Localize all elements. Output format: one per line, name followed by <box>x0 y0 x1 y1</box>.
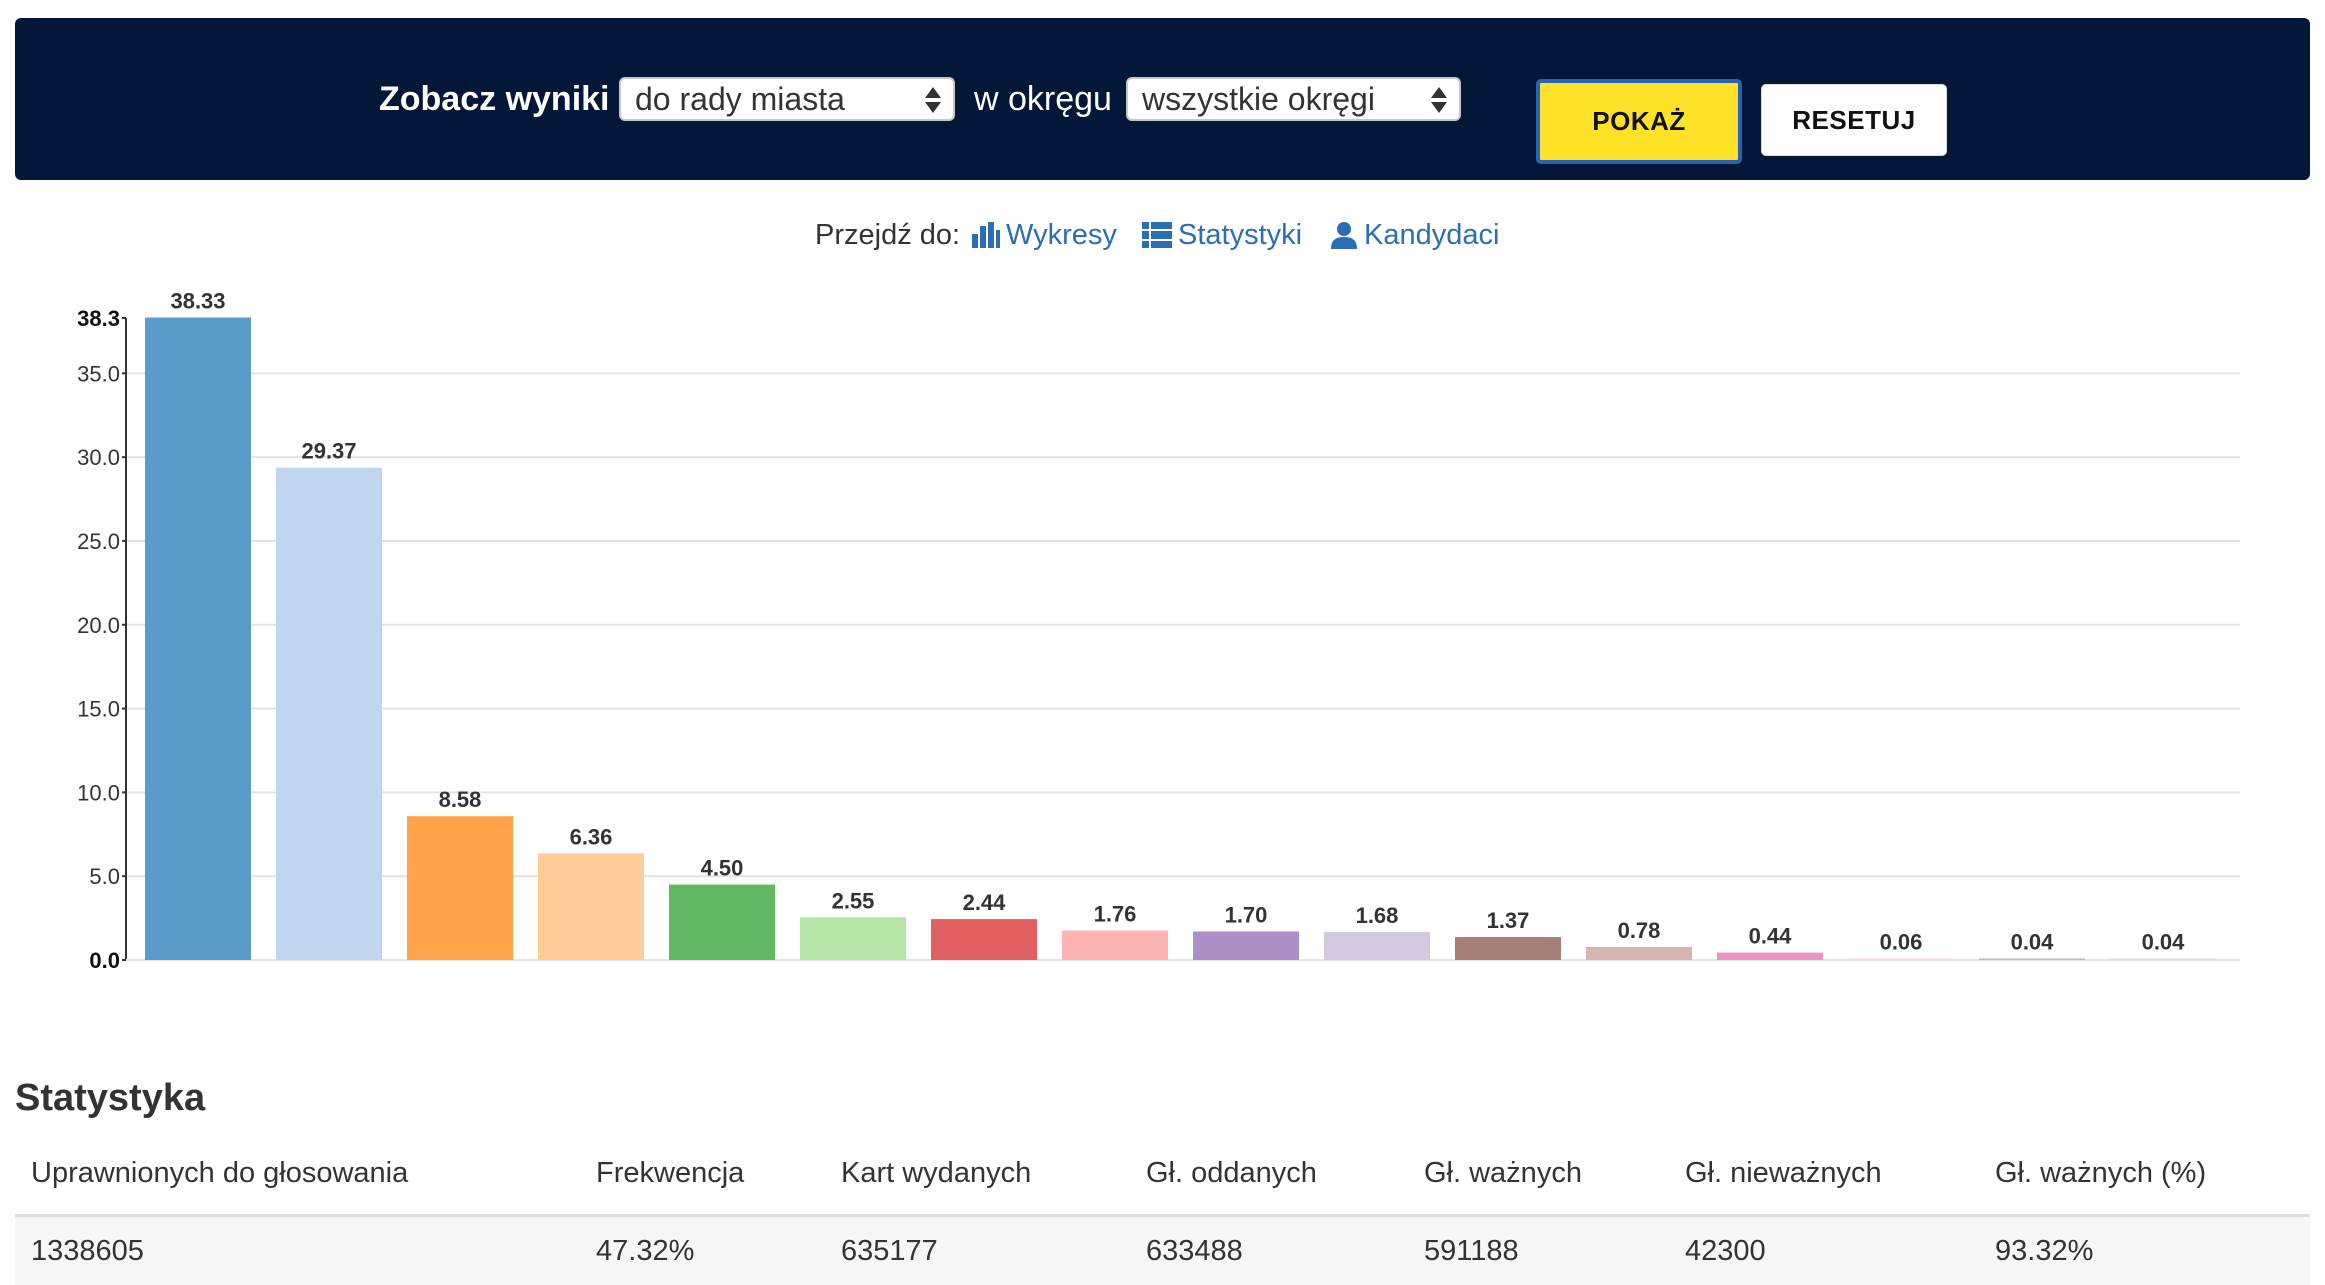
bar-value-label: 2.55 <box>832 888 875 913</box>
stats-table: Uprawnionych do głosowania Frekwencja Ka… <box>15 1140 2310 1285</box>
y-tick-label: 20.0 <box>77 613 120 638</box>
filter-district-label-wrap: w okręgu <box>974 18 1112 180</box>
bar[interactable] <box>1717 952 1823 960</box>
nav-stats-label[interactable]: Statystyki <box>1178 219 1302 252</box>
stats-cell: 635177 <box>841 1235 938 1267</box>
show-button[interactable]: POKAŻ <box>1536 79 1742 164</box>
bar[interactable] <box>931 919 1037 960</box>
stats-header-cell: Gł. nieważnych <box>1685 1157 1882 1189</box>
bar-chart-icon <box>972 222 1000 248</box>
bar-value-label: 0.04 <box>2142 930 2186 955</box>
bar-value-label: 29.37 <box>301 439 356 464</box>
chart-bars <box>145 317 2216 960</box>
bar[interactable] <box>538 853 644 960</box>
bar-value-label: 0.78 <box>1618 918 1661 943</box>
list-icon <box>1142 222 1172 248</box>
y-tick-label: 30.0 <box>77 445 120 470</box>
jump-to-label: Przejdź do: <box>815 218 961 251</box>
jump-to-nav: Przejdź do: Wykresy Statystyki Kandydaci <box>0 215 2325 255</box>
bar[interactable] <box>1848 958 1954 961</box>
stats-header-cell: Gł. ważnych (%) <box>1995 1157 2207 1189</box>
election-type-value: do rady miasta <box>635 81 845 117</box>
bar[interactable] <box>1455 937 1561 960</box>
user-icon <box>1331 222 1357 249</box>
y-tick-label: 15.0 <box>77 697 120 722</box>
stats-header-cell: Gł. ważnych <box>1424 1157 1582 1189</box>
stats-cell: 42300 <box>1685 1235 1766 1267</box>
bar[interactable] <box>1324 931 1430 960</box>
filter-results-label-wrap: Zobacz wyniki <box>379 18 610 180</box>
bar[interactable] <box>2110 958 2216 961</box>
stats-cell: 633488 <box>1146 1235 1243 1267</box>
stats-header-cell: Uprawnionych do głosowania <box>31 1157 409 1189</box>
reset-button[interactable]: RESETUJ <box>1761 84 1947 156</box>
nav-charts-label[interactable]: Wykresy <box>1006 219 1117 252</box>
district-value: wszystkie okręgi <box>1142 81 1375 117</box>
results-label: Zobacz wyniki <box>379 79 610 118</box>
bar-value-label: 1.68 <box>1356 903 1399 928</box>
y-axis: 0.0 5.0 10.0 15.0 20.0 25.0 30.0 35.0 38.3 <box>77 306 2240 973</box>
stats-cell: 47.32% <box>596 1235 695 1267</box>
y-tick-label: 5.0 <box>89 864 120 889</box>
bar[interactable] <box>800 917 906 960</box>
jump-to-label-wrap: Przejdź do: <box>815 215 960 255</box>
bar-value-label: 1.37 <box>1487 908 1530 933</box>
bar-value-label: 2.44 <box>963 890 1007 915</box>
stats-header-row: Uprawnionych do głosowania Frekwencja Ka… <box>15 1140 2310 1217</box>
results-filter-bar: Zobacz wyniki do rady miasta w okręgu ws… <box>15 18 2310 180</box>
y-tick-label: 25.0 <box>77 529 120 554</box>
election-type-select[interactable]: do rady miasta <box>619 77 955 121</box>
bar-value-label: 4.50 <box>701 856 744 881</box>
stats-cell: 591188 <box>1424 1235 1519 1267</box>
stats-cell: 1338605 <box>31 1235 144 1267</box>
bar-value-label: 0.06 <box>1880 930 1923 955</box>
results-bar-chart: 0.0 5.0 10.0 15.0 20.0 25.0 30.0 35.0 38.3 38.33… <box>77 288 2240 973</box>
bar[interactable] <box>1062 930 1168 960</box>
stats-title: Statystyka <box>15 1077 206 1119</box>
nav-link-stats[interactable]: Statystyki <box>1142 215 1302 255</box>
stats-cell: 93.32% <box>1995 1235 2094 1267</box>
bar-value-label: 1.76 <box>1094 901 1137 926</box>
nav-link-candidates[interactable]: Kandydaci <box>1330 215 1499 255</box>
nav-link-charts[interactable]: Wykresy <box>972 215 1117 255</box>
bar-value-label: 0.04 <box>2011 930 2055 955</box>
stats-header-cell: Frekwencja <box>596 1157 745 1189</box>
bar-value-label: 38.33 <box>170 288 225 313</box>
bar[interactable] <box>669 884 775 960</box>
bar[interactable] <box>1586 946 1692 960</box>
bar-value-label: 0.44 <box>1749 924 1793 949</box>
bar-value-label: 1.70 <box>1225 903 1268 928</box>
y-tick-label: 0.0 <box>89 948 120 973</box>
bar[interactable] <box>276 467 382 960</box>
select-arrows-icon <box>1431 85 1447 115</box>
stats-header-cell: Gł. oddanych <box>1146 1157 1317 1189</box>
bar[interactable] <box>145 317 251 960</box>
y-tick-label: 35.0 <box>77 361 120 386</box>
bar-value-label: 6.36 <box>570 824 613 849</box>
y-tick-label: 10.0 <box>77 780 120 805</box>
district-select[interactable]: wszystkie okręgi <box>1126 77 1461 121</box>
district-label: w okręgu <box>974 79 1112 118</box>
bar[interactable] <box>407 816 513 960</box>
bar[interactable] <box>1193 931 1299 960</box>
y-tick-label: 38.3 <box>77 306 120 331</box>
nav-candidates-label[interactable]: Kandydaci <box>1364 219 1499 252</box>
bar[interactable] <box>1979 958 2085 961</box>
stats-header-cell: Kart wydanych <box>841 1157 1032 1189</box>
select-arrows-icon <box>925 85 941 115</box>
bar-value-label: 8.58 <box>439 787 482 812</box>
